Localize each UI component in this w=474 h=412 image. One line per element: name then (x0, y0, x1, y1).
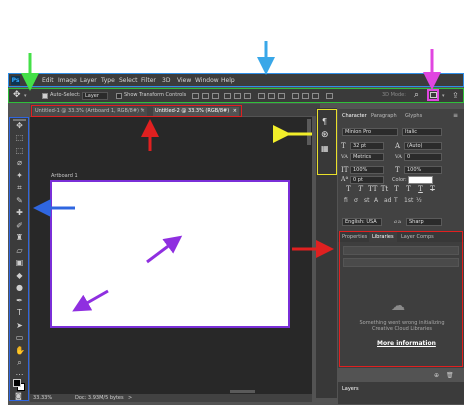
arrow-purple-lower (72, 289, 109, 312)
annotated-screenshot: Ps File Edit Image Layer Type Select Fil… (0, 0, 474, 412)
annotation-overlay (21, 41, 441, 312)
arrow-purple-upper (146, 235, 183, 264)
